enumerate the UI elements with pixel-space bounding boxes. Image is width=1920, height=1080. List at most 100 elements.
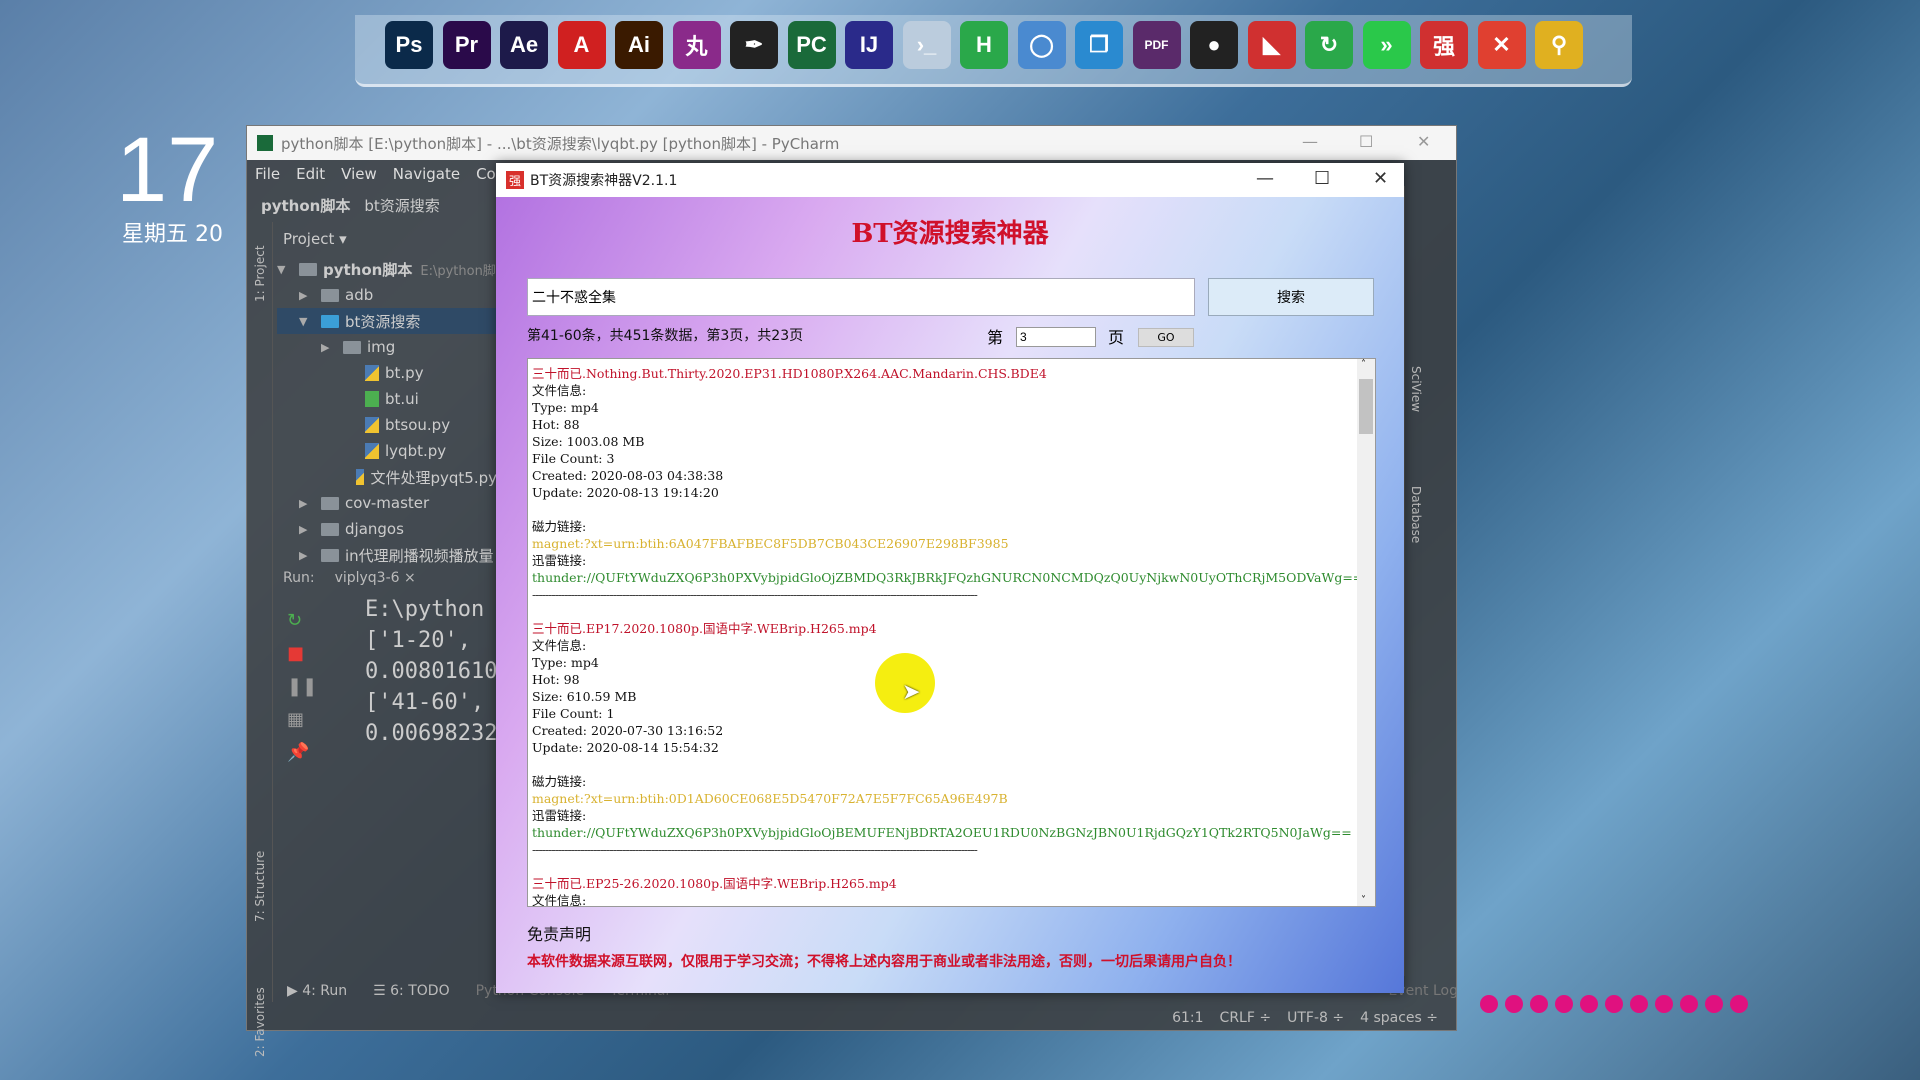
python-file-icon: [356, 469, 365, 485]
run-console: E:\python ['1-20', 0.00801610 ['41-60', 0.00…: [365, 594, 497, 749]
illustrator-icon[interactable]: Ai: [615, 21, 663, 69]
expand-arrow-icon[interactable]: ▶: [321, 341, 343, 354]
project-dropdown[interactable]: Project ▾: [283, 230, 347, 248]
tree-item[interactable]: ▼ python脚本 E:\python脚: [277, 256, 497, 282]
chat-icon[interactable]: ›_: [902, 21, 951, 69]
expand-arrow-icon[interactable]: ▶: [299, 549, 321, 562]
close-icon[interactable]: ✕: [1417, 132, 1430, 151]
expand-arrow-icon[interactable]: ▶: [299, 497, 321, 510]
tab-sciview[interactable]: SciView: [1409, 366, 1423, 412]
record-icon[interactable]: ●: [1190, 21, 1238, 69]
vertical-scrollbar[interactable]: ˄ ˅: [1357, 359, 1375, 906]
maximize-icon[interactable]: ☐: [1314, 168, 1330, 189]
pycharm-icon[interactable]: PC: [787, 21, 836, 69]
breadcrumb-item[interactable]: python脚本: [261, 195, 350, 216]
go-button[interactable]: GO: [1138, 328, 1194, 347]
tree-item[interactable]: ▶ djangos: [277, 516, 497, 542]
pause-icon[interactable]: ❚❚: [287, 670, 377, 703]
qiang-icon[interactable]: 强: [1420, 21, 1468, 69]
scroll-up-icon[interactable]: ˄: [1361, 359, 1366, 370]
status-item[interactable]: 4 spaces ÷: [1360, 1010, 1438, 1026]
folder-icon: [321, 548, 339, 562]
page-suffix-label: 页: [1108, 328, 1125, 347]
acrobat-icon[interactable]: A: [557, 21, 606, 69]
bottom-tab[interactable]: ☰ 6: TODO: [373, 983, 449, 999]
console-line: E:\python: [365, 597, 485, 622]
stop-icon[interactable]: ■: [287, 637, 377, 670]
results-textarea[interactable]: 三十而已.Nothing.But.Thirty.2020.EP31.HD1080…: [527, 358, 1376, 907]
decorative-dot: [1705, 995, 1723, 1013]
expand-arrow-icon[interactable]: ▶: [299, 289, 321, 302]
tree-item[interactable]: ▶ adb: [277, 282, 497, 308]
menu-item-view[interactable]: View: [341, 165, 377, 183]
result-line: Hot: 88: [532, 417, 580, 432]
refresh-icon[interactable]: ↻: [1305, 21, 1353, 69]
circles-icon[interactable]: ◯: [1017, 21, 1066, 69]
expand-arrow-icon[interactable]: ▼: [299, 315, 321, 328]
photoshop-icon[interactable]: Ps: [385, 21, 433, 69]
result-line: 文件信息:: [532, 383, 587, 398]
arrow-icon[interactable]: »: [1362, 21, 1411, 69]
tree-item[interactable]: ▼ bt资源搜索: [277, 308, 497, 334]
pen-icon[interactable]: ✒: [730, 21, 778, 69]
decorative-dot: [1505, 995, 1523, 1013]
hbuilder-icon[interactable]: H: [960, 21, 1008, 69]
app-icon[interactable]: 丸: [672, 21, 721, 69]
menu-item-edit[interactable]: Edit: [296, 165, 325, 183]
page-number-input[interactable]: [1016, 327, 1096, 347]
search-button[interactable]: 搜索: [1208, 278, 1374, 316]
status-bar: 61:1 CRLF ÷ UTF-8 ÷ 4 spaces ÷: [247, 1004, 1458, 1032]
tab-database[interactable]: Database: [1409, 486, 1423, 543]
tree-item[interactable]: lyqbt.py: [277, 438, 497, 464]
search-tool-icon[interactable]: ⚲: [1535, 21, 1583, 69]
tree-item[interactable]: btsou.py: [277, 412, 497, 438]
premiere-icon[interactable]: Pr: [442, 21, 491, 69]
thunder-link[interactable]: thunder://QUFtYWduZXQ6P3h0PXVybjpidGloOj…: [532, 824, 1375, 841]
bottom-tab[interactable]: ▶ 4: Run: [287, 983, 347, 999]
result-title: 三十而已.EP17.2020.1080p.国语中字.WEBrip.H265.mp…: [532, 621, 877, 636]
tree-item[interactable]: ▶ cov-master: [277, 490, 497, 516]
tab-project[interactable]: 1: Project: [253, 245, 267, 302]
menu-item-navigate[interactable]: Navigate: [393, 165, 460, 183]
tree-item-label: in代理刷播视频播放量: [345, 546, 494, 565]
result-line: [532, 858, 1375, 875]
breadcrumb-item[interactable]: bt资源搜索: [364, 195, 439, 216]
folder-icon: [321, 314, 339, 328]
wps-icon[interactable]: ◣: [1247, 21, 1296, 69]
pdf-icon[interactable]: PDF: [1132, 21, 1181, 69]
after-effects-icon[interactable]: Ae: [500, 21, 548, 69]
bt-search-dialog: 强 BT资源搜索神器V2.1.1 — ☐ ✕ BT资源搜索神器 搜索 第41-6…: [496, 163, 1404, 993]
minimize-icon[interactable]: —: [1302, 132, 1318, 151]
scrollbar-thumb[interactable]: [1359, 379, 1373, 434]
minimize-icon[interactable]: —: [1256, 168, 1274, 189]
thunder-link[interactable]: thunder://QUFtYWduZXQ6P3h0PXVybjpidGloOj…: [532, 569, 1375, 586]
scroll-down-icon[interactable]: ˅: [1361, 895, 1366, 906]
xmind-icon[interactable]: ✕: [1477, 21, 1526, 69]
expand-arrow-icon[interactable]: ▶: [299, 523, 321, 536]
tree-item-label: 文件处理pyqt5.py: [370, 468, 497, 487]
status-item[interactable]: UTF-8 ÷: [1287, 1010, 1344, 1026]
run-tab[interactable]: viplyq3-6 ×: [335, 570, 416, 586]
tree-item-label: bt.py: [385, 364, 424, 382]
rerun-icon[interactable]: ↻: [287, 604, 377, 637]
search-input[interactable]: [527, 278, 1195, 316]
expand-arrow-icon[interactable]: ▼: [277, 263, 299, 276]
magnet-link[interactable]: magnet:?xt=urn:btih:0D1AD60CE068E5D5470F…: [532, 790, 1375, 807]
layout-icon[interactable]: ▦: [287, 703, 377, 736]
intellij-icon[interactable]: IJ: [845, 21, 893, 69]
tree-item[interactable]: bt.ui: [277, 386, 497, 412]
window-icon[interactable]: ❐: [1075, 21, 1123, 69]
status-item[interactable]: 61:1: [1172, 1010, 1203, 1026]
tab-structure[interactable]: 7: Structure: [253, 851, 267, 922]
tree-item[interactable]: bt.py: [277, 360, 497, 386]
tree-item[interactable]: 文件处理pyqt5.py: [277, 464, 497, 490]
tree-item[interactable]: ▶ img: [277, 334, 497, 360]
maximize-icon[interactable]: ☐: [1359, 132, 1373, 151]
pin-icon[interactable]: 📌: [287, 736, 377, 769]
desktop-clock-day: 17: [116, 119, 219, 221]
close-icon[interactable]: ✕: [1373, 168, 1388, 189]
magnet-link[interactable]: magnet:?xt=urn:btih:6A047FBAFBEC8F5DB7CB…: [532, 535, 1375, 552]
status-item[interactable]: CRLF ÷: [1220, 1010, 1272, 1026]
menu-item-file[interactable]: File: [255, 165, 280, 183]
tree-item[interactable]: ▶ in代理刷播视频播放量: [277, 542, 497, 568]
